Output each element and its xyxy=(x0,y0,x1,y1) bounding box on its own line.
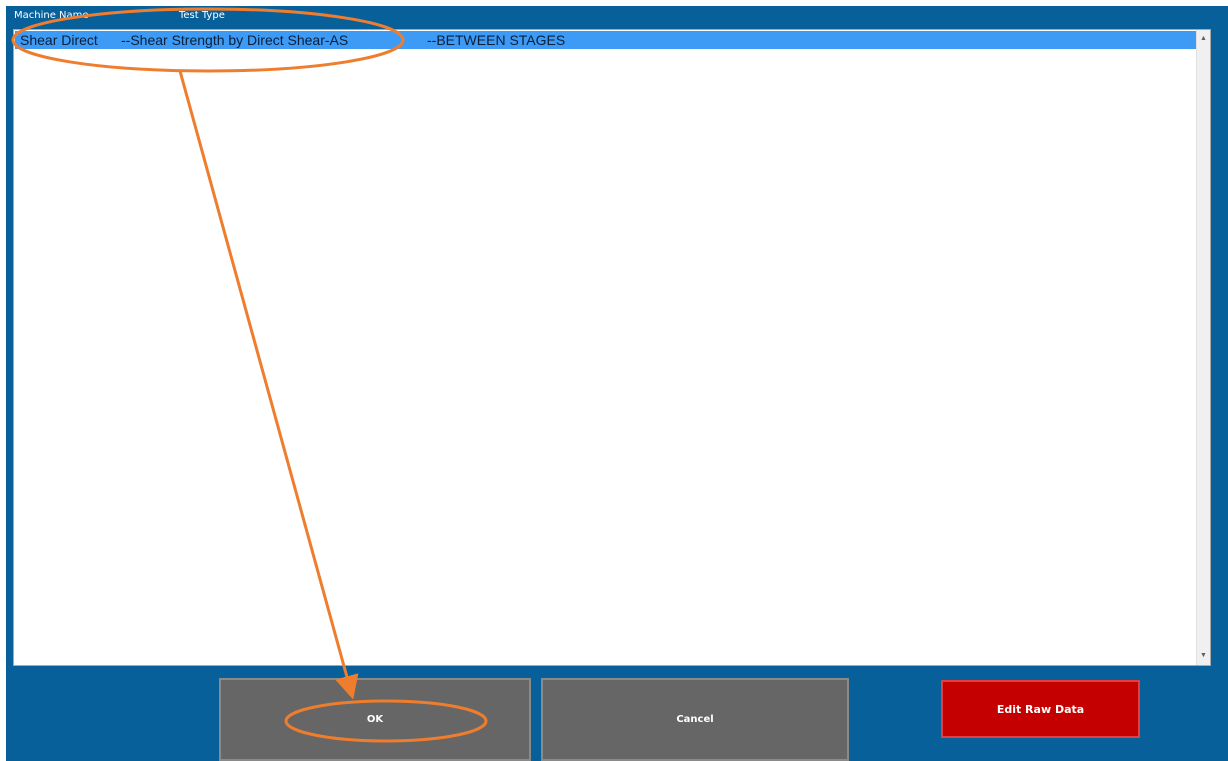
cancel-button[interactable]: Cancel xyxy=(541,678,849,761)
row-test-type: --Shear Strength by Direct Shear-AS xyxy=(121,32,349,48)
row-machine-name: Shear Direct xyxy=(20,32,98,48)
list-item[interactable]: Shear Direct --Shear Strength by Direct … xyxy=(15,31,1197,49)
chevron-up-icon[interactable]: ▲ xyxy=(1197,34,1210,44)
row-stage: --BETWEEN STAGES xyxy=(427,32,566,48)
edit-raw-data-button[interactable]: Edit Raw Data xyxy=(941,680,1140,738)
vertical-scrollbar[interactable]: ▲ ▼ xyxy=(1196,30,1210,665)
column-header-test-type: Test Type xyxy=(179,10,225,21)
ok-button[interactable]: OK xyxy=(219,678,531,761)
column-header-machine-name: Machine Name xyxy=(14,10,89,21)
chevron-down-icon[interactable]: ▼ xyxy=(1197,651,1210,661)
test-list[interactable]: Shear Direct --Shear Strength by Direct … xyxy=(13,29,1211,666)
